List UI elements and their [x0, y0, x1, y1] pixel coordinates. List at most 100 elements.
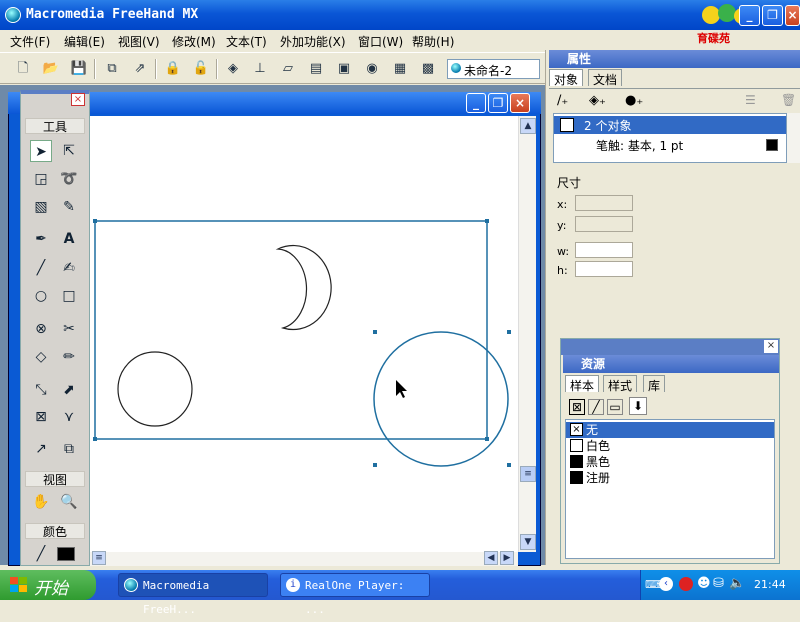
horizontal-scrollbar[interactable]: ≡ ◀ ▶ [90, 551, 518, 566]
unlock-icon[interactable]: 🔓 [191, 60, 211, 78]
hyperlink-tool-icon[interactable]: ↗ [30, 438, 52, 460]
swatches-icon[interactable]: ▦ [390, 60, 410, 78]
task-realone[interactable]: i RealOne Player: ... [280, 573, 430, 616]
swatch-row-registration[interactable]: 注册 [566, 470, 774, 486]
h-field[interactable] [575, 261, 633, 277]
tab-swatches[interactable]: 样本 [565, 375, 600, 393]
object-list-scrollbar[interactable] [787, 113, 800, 163]
drawing-canvas[interactable] [90, 116, 518, 552]
stroke-color-icon[interactable]: ╱ [30, 543, 52, 565]
new-file-icon[interactable]: 🗋 [13, 60, 33, 78]
eraser-tool-icon[interactable]: ◇ [30, 346, 52, 368]
y-field[interactable] [575, 216, 633, 232]
w-field[interactable] [575, 242, 633, 258]
swatch-row-black[interactable]: 黑色 [566, 454, 774, 470]
save-icon[interactable]: 💾 [69, 60, 89, 78]
align-icon[interactable]: ⊥ [250, 60, 270, 78]
scale-tool-icon[interactable]: ⤡ [30, 379, 52, 401]
scroll-right-icon[interactable]: ▶ [500, 551, 514, 565]
assets-header[interactable]: 资源 [563, 355, 779, 373]
messenger-icon[interactable]: ☻ [697, 576, 711, 591]
menu-modify[interactable]: 修改(M) [172, 33, 216, 50]
minimize-button[interactable]: _ [739, 5, 760, 26]
transform-icon[interactable]: ▱ [278, 60, 298, 78]
skew-tool-icon[interactable]: ⬈ [58, 379, 80, 401]
export-icon[interactable]: ⇗ [130, 60, 150, 78]
trace-tool-icon[interactable]: ▧ [30, 196, 52, 218]
group-icon[interactable]: ◈ [223, 60, 243, 78]
open-folder-icon[interactable]: 📂 [41, 60, 61, 78]
library-icon[interactable]: ▩ [418, 60, 438, 78]
ellipse-tool-icon[interactable]: ○ [30, 285, 52, 307]
menu-file[interactable]: 文件(F) [10, 33, 50, 50]
fill-color-swatch[interactable] [57, 547, 75, 561]
rectangle-tool-icon[interactable]: □ [58, 285, 80, 307]
subselect-tool-icon[interactable]: ⇱ [58, 140, 80, 162]
layers-icon[interactable]: ▣ [334, 60, 354, 78]
restore-button[interactable]: ❐ [762, 5, 783, 26]
tray-expand-icon[interactable]: ‹ [659, 577, 673, 591]
scroll-up-icon[interactable]: ▲ [520, 118, 536, 134]
vertical-scrollbar[interactable]: ▲ ≡ ▼ [518, 116, 536, 552]
doc-minimize-button[interactable]: _ [466, 93, 486, 113]
network-icon[interactable]: ⛁ [713, 576, 724, 591]
line-tool-icon[interactable]: ╱ [30, 257, 52, 279]
text-editor-icon[interactable]: ▤ [306, 60, 326, 78]
tab-styles[interactable]: 样式 [603, 375, 638, 393]
add-fill-icon[interactable]: ◈₊ [589, 93, 606, 108]
document-selector[interactable]: 未命名-2 [447, 59, 540, 79]
task-freehand[interactable]: Macromedia FreeH... [118, 573, 268, 616]
tab-document[interactable]: 文档 [588, 69, 623, 87]
doc-close-button[interactable]: × [510, 93, 530, 113]
menu-xtras[interactable]: 外加功能(X) [280, 33, 346, 50]
swatch-row-white[interactable]: 白色 [566, 438, 774, 454]
eyedropper-tool-icon[interactable]: ✎ [58, 196, 80, 218]
page-tool-icon[interactable]: ◲ [30, 168, 52, 190]
scroll-left-icon[interactable]: ◀ [484, 551, 498, 565]
lasso-tool-icon[interactable]: ➰ [58, 168, 80, 190]
doc-restore-button[interactable]: ❐ [488, 93, 508, 113]
stroke-row[interactable]: 笔触: 基本, 1 pt [554, 136, 786, 154]
assets-close-icon[interactable]: × [764, 340, 778, 353]
menu-view[interactable]: 视图(V) [118, 33, 160, 50]
text-tool-icon[interactable]: A [58, 228, 80, 250]
freeform-tool-icon[interactable]: ✍ [58, 257, 80, 279]
add-stroke-icon[interactable]: ∕₊ [557, 93, 568, 108]
zoom-tool-icon[interactable]: 🔍 [58, 491, 80, 513]
object-row[interactable]: 2 个对象 [554, 116, 786, 134]
swatch-menu-icon[interactable]: ⬇ [629, 397, 647, 415]
xtra-tool-icon[interactable]: ⊗ [30, 318, 52, 340]
connector-tool-icon[interactable]: ⧉ [58, 438, 80, 460]
hscroll-thumb[interactable]: ≡ [92, 551, 106, 565]
import-icon[interactable]: ⧉ [102, 60, 122, 78]
none-swatch-icon[interactable]: ⊠ [569, 399, 585, 415]
knife-tool-icon[interactable]: ✂ [58, 318, 80, 340]
x-field[interactable] [575, 195, 633, 211]
stroke-swatch-icon[interactable]: ╱ [588, 399, 604, 415]
menu-text[interactable]: 文本(T) [226, 33, 267, 50]
properties-header[interactable]: 属性 [549, 50, 800, 68]
add-effect-icon[interactable]: ●₊ [625, 93, 643, 108]
tab-object[interactable]: 对象 [549, 69, 584, 87]
lock-icon[interactable]: 🔒 [163, 60, 183, 78]
realone-tray-icon[interactable] [679, 577, 693, 591]
tab-library[interactable]: 库 [643, 375, 666, 393]
menu-window[interactable]: 窗口(W) [358, 33, 403, 50]
close-button[interactable]: × [785, 5, 800, 26]
pointer-tool-icon[interactable]: ➤ [30, 140, 52, 162]
delete-icon[interactable]: 🗑 [781, 93, 796, 107]
tools-close-icon[interactable]: × [71, 93, 85, 106]
assets-drag-bar[interactable] [561, 339, 779, 355]
hand-tool-icon[interactable]: ✋ [30, 491, 52, 513]
swatch-row-none[interactable]: × 无 [566, 422, 774, 438]
blend-tool-icon[interactable]: ⊠ [30, 406, 52, 428]
scroll-thumb[interactable]: ≡ [520, 466, 536, 482]
color-mixer-icon[interactable]: ◉ [362, 60, 382, 78]
menu-edit[interactable]: 编辑(E) [64, 33, 105, 50]
scroll-down-icon[interactable]: ▼ [520, 534, 536, 550]
menu-help[interactable]: 帮助(H) [412, 33, 454, 50]
pen-tool-icon[interactable]: ✒ [30, 228, 52, 250]
volume-icon[interactable]: 🔈 [729, 576, 745, 591]
start-button[interactable]: 开始 [0, 570, 96, 600]
perspective-tool-icon[interactable]: ⋎ [58, 406, 80, 428]
